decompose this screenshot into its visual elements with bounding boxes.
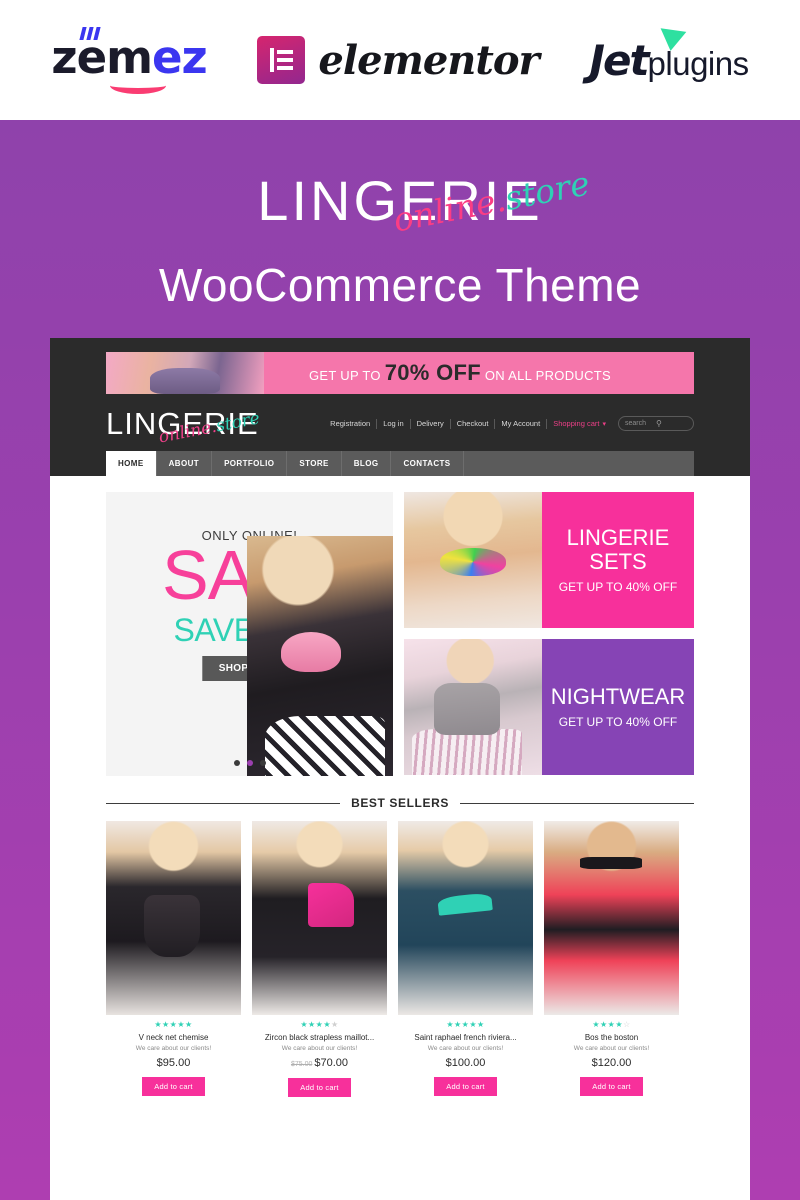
jet-triangle-icon bbox=[657, 27, 686, 53]
nav-item-store[interactable]: STORE bbox=[287, 451, 342, 476]
elementor-badge-icon bbox=[257, 36, 306, 84]
elementor-wordmark: elementor bbox=[318, 36, 539, 84]
divider-right bbox=[459, 802, 695, 804]
promo-card-nightwear[interactable]: NIGHTWEAR GET UP TO 40% OFF bbox=[404, 639, 694, 775]
best-sellers-heading: BEST SELLERS bbox=[106, 796, 695, 810]
promo-lead: GET UP TO bbox=[309, 368, 385, 383]
product-price: $120.00 bbox=[544, 1057, 679, 1070]
site-header-dark: GET UP TO 70% OFF ON ALL PRODUCTS LINGER… bbox=[50, 338, 750, 476]
site-header-row: LINGERIE online.store Registration Log i… bbox=[50, 394, 750, 451]
price-current: $120.00 bbox=[591, 1057, 632, 1069]
promo-card-title: LINGERIE SETS bbox=[566, 524, 670, 574]
promo-discount: 70% OFF bbox=[384, 360, 481, 385]
slider-dot-2[interactable] bbox=[246, 760, 253, 766]
product-name[interactable]: Bos the boston bbox=[544, 1032, 679, 1043]
chevron-down-icon[interactable]: ▾ bbox=[602, 420, 606, 428]
product-card[interactable]: ★★★★★ V neck net chemise We care about o… bbox=[106, 821, 241, 1097]
top-utility-nav: Registration Log in Delivery Checkout My… bbox=[324, 416, 694, 431]
product-image[interactable] bbox=[544, 821, 679, 1015]
site-logo[interactable]: LINGERIE online.store bbox=[106, 408, 261, 448]
product-image[interactable]: SALE! bbox=[252, 821, 387, 1015]
price-current: $100.00 bbox=[445, 1057, 486, 1069]
rating-stars: ★★★★★ bbox=[300, 1020, 339, 1029]
add-to-cart-button[interactable]: Add to cart bbox=[580, 1077, 643, 1096]
zemez-ticks-icon bbox=[79, 26, 101, 40]
product-desc: We care about our clients! bbox=[427, 1045, 504, 1052]
nav-item-contacts[interactable]: CONTACTS bbox=[391, 451, 464, 476]
topnav-item-my-account[interactable]: My Account bbox=[495, 418, 548, 429]
topnav-item-login[interactable]: Log in bbox=[377, 418, 411, 429]
price-current: $70.00 bbox=[314, 1057, 349, 1069]
jet-wordmark: Jet bbox=[589, 35, 649, 85]
search-input[interactable]: search ⚲ bbox=[618, 416, 694, 431]
brand-logo-bar: zemez elementor Jet plugins bbox=[0, 0, 800, 120]
slider-dot-1[interactable] bbox=[233, 760, 240, 766]
main-nav: HOME ABOUT PORTFOLIO STORE BLOG CONTACTS bbox=[106, 451, 694, 476]
product-name[interactable]: Zircon black strapless maillot... bbox=[252, 1032, 387, 1043]
topnav-item-registration[interactable]: Registration bbox=[324, 418, 378, 429]
banner-row: ONLY ONLINE! SALE SAVE 50% SHOP NOW! bbox=[106, 492, 694, 776]
zemez-wordmark: zemez bbox=[51, 30, 207, 84]
nav-item-blog[interactable]: BLOG bbox=[342, 451, 392, 476]
product-price: $75.00 $70.00 bbox=[252, 1057, 387, 1071]
elementor-logo: elementor bbox=[257, 36, 540, 84]
product-card[interactable]: ★★★★☆ Bos the boston We care about our c… bbox=[544, 821, 679, 1097]
plugins-wordmark: plugins bbox=[647, 44, 750, 82]
promo-banner[interactable]: GET UP TO 70% OFF ON ALL PRODUCTS bbox=[106, 352, 694, 394]
promo-card-subtitle: GET UP TO 40% OFF bbox=[558, 580, 678, 595]
rating-stars: ★★★★★ bbox=[154, 1020, 193, 1029]
product-name[interactable]: Saint raphael french riviera... bbox=[398, 1032, 533, 1043]
product-image[interactable] bbox=[106, 821, 241, 1015]
slider-dots bbox=[106, 760, 393, 766]
search-icon[interactable]: ⚲ bbox=[656, 419, 687, 428]
zemez-logo: zemez bbox=[51, 26, 208, 94]
nav-item-home[interactable]: HOME bbox=[106, 451, 157, 476]
price-current: $95.00 bbox=[156, 1057, 191, 1069]
promo-card-lingerie-sets[interactable]: LINGERIE SETS GET UP TO 40% OFF bbox=[404, 492, 694, 628]
add-to-cart-button[interactable]: Add to cart bbox=[288, 1078, 351, 1097]
product-price: $100.00 bbox=[398, 1057, 533, 1070]
topnav-item-checkout[interactable]: Checkout bbox=[451, 418, 496, 429]
topnav-item-delivery[interactable]: Delivery bbox=[411, 418, 451, 429]
product-grid: ★★★★★ V neck net chemise We care about o… bbox=[106, 821, 694, 1097]
promo-card-photo bbox=[404, 639, 542, 775]
hero-title: LINGERIE online.store bbox=[0, 163, 800, 240]
jetplugins-logo: Jet plugins bbox=[589, 27, 750, 85]
rating-stars: ★★★★★ bbox=[446, 1020, 485, 1029]
site-body: ONLY ONLINE! SALE SAVE 50% SHOP NOW! bbox=[50, 476, 750, 1097]
product-price: $95.00 bbox=[106, 1057, 241, 1070]
rating-stars: ★★★★☆ bbox=[592, 1020, 631, 1029]
product-desc: We care about our clients! bbox=[135, 1045, 212, 1052]
website-preview: GET UP TO 70% OFF ON ALL PRODUCTS LINGER… bbox=[50, 338, 750, 1200]
promo-card-photo bbox=[404, 492, 542, 628]
slider-dot-3[interactable] bbox=[259, 760, 266, 766]
promo-tail: ON ALL PRODUCTS bbox=[480, 368, 611, 383]
product-desc: We care about our clients! bbox=[573, 1045, 650, 1052]
promo-banner-text: GET UP TO 70% OFF ON ALL PRODUCTS bbox=[106, 360, 694, 386]
price-old: $75.00 bbox=[290, 1061, 313, 1068]
page-root: zemez elementor Jet plugins LINGERIE onli… bbox=[0, 0, 800, 1200]
add-to-cart-button[interactable]: Add to cart bbox=[434, 1077, 497, 1096]
add-to-cart-button[interactable]: Add to cart bbox=[142, 1077, 205, 1096]
promo-cards: LINGERIE SETS GET UP TO 40% OFF NIGHTWEA… bbox=[404, 492, 694, 776]
product-name[interactable]: V neck net chemise bbox=[106, 1032, 241, 1043]
hero-subtitle: WooCommerce Theme bbox=[158, 259, 642, 311]
product-image[interactable] bbox=[398, 821, 533, 1015]
nav-item-about[interactable]: ABOUT bbox=[157, 451, 213, 476]
promo-card-subtitle: GET UP TO 40% OFF bbox=[558, 715, 678, 730]
promo-card-title: NIGHTWEAR bbox=[550, 683, 686, 709]
slider-model-photo bbox=[247, 536, 393, 776]
product-card[interactable]: SALE! ★★★★★ Zircon black strapless maill… bbox=[252, 821, 387, 1097]
zemez-smile-icon bbox=[110, 77, 167, 94]
search-placeholder: search bbox=[625, 420, 647, 427]
divider-left bbox=[106, 802, 341, 804]
section-title: BEST SELLERS bbox=[351, 796, 449, 810]
hero-slider[interactable]: ONLY ONLINE! SALE SAVE 50% SHOP NOW! bbox=[106, 492, 393, 776]
product-desc: We care about our clients! bbox=[281, 1045, 358, 1052]
topnav-item-shopping-cart[interactable]: Shopping cart bbox=[547, 419, 602, 429]
nav-item-portfolio[interactable]: PORTFOLIO bbox=[212, 451, 288, 476]
product-card[interactable]: ★★★★★ Saint raphael french riviera... We… bbox=[398, 821, 533, 1097]
